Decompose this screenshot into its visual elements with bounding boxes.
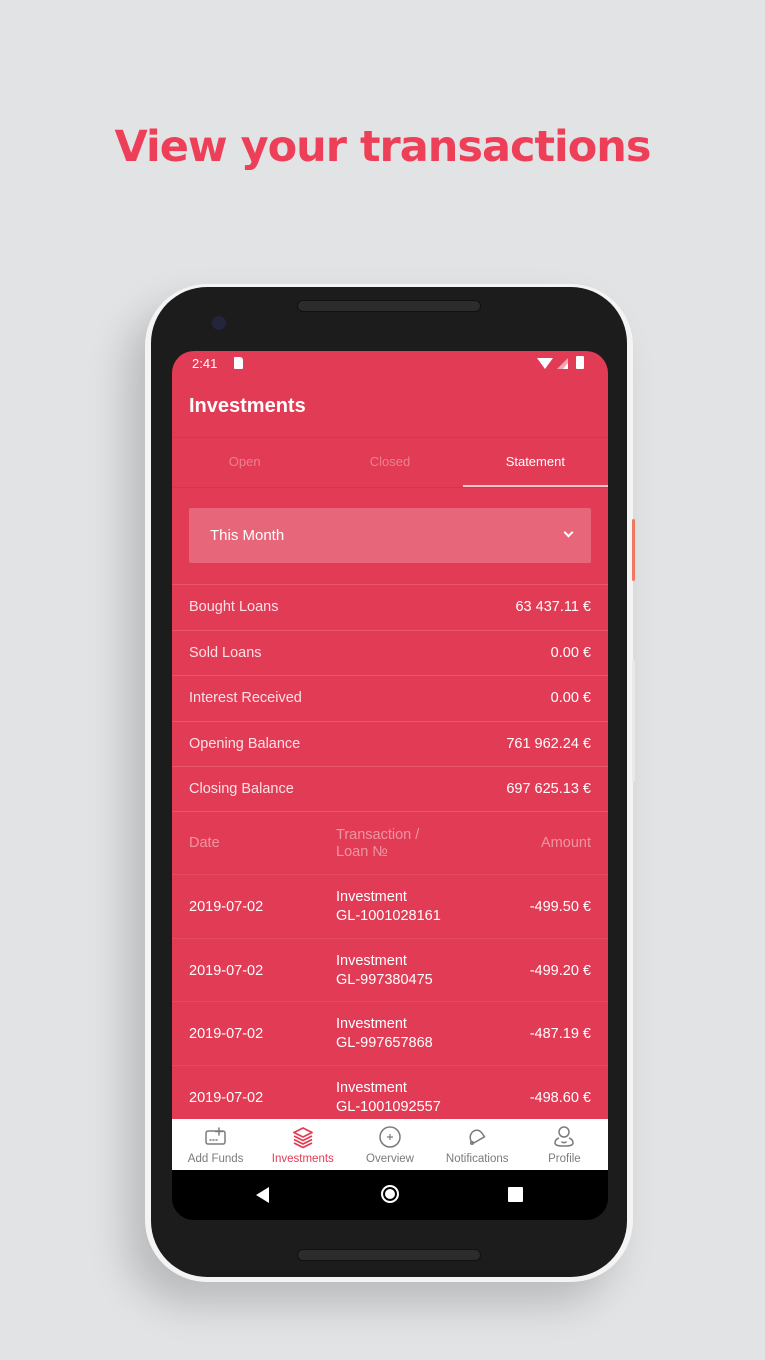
tx-amount: -499.20 € bbox=[529, 962, 591, 979]
table-row[interactable]: 2019-07-02 Investment GL-997380475 -499.… bbox=[172, 939, 608, 1003]
tab-closed[interactable]: Closed bbox=[317, 438, 462, 487]
tx-type: Investment bbox=[336, 1080, 407, 1097]
volume-button bbox=[632, 519, 635, 581]
summary-label: Opening Balance bbox=[189, 735, 301, 752]
status-bar: 2:41 bbox=[172, 351, 608, 377]
nav-label: Add Funds bbox=[187, 1153, 244, 1165]
bell-icon bbox=[469, 1129, 486, 1146]
summary-row-interest-received: Interest Received 0.00 € bbox=[172, 675, 608, 721]
system-navigation-bar bbox=[172, 1170, 608, 1220]
wifi-icon bbox=[537, 358, 553, 369]
tx-amount: -499.50 € bbox=[529, 899, 591, 915]
bottom-speaker bbox=[297, 1249, 481, 1261]
table-row[interactable]: 2019-07-02 Investment GL-1001028161 -499… bbox=[172, 875, 608, 939]
table-row[interactable]: 2019-07-02 Investment GL-1001092557 -498… bbox=[172, 1066, 608, 1119]
tx-loan-number: GL-1001028161 bbox=[336, 908, 441, 924]
nav-item-investments[interactable]: Investments bbox=[259, 1119, 346, 1170]
layers-icon bbox=[292, 1127, 313, 1149]
summary-value: 63 437.11 € bbox=[515, 599, 591, 616]
page-title: Investments bbox=[189, 395, 306, 417]
front-camera bbox=[212, 316, 226, 330]
tx-amount: -498.60 € bbox=[529, 1090, 591, 1107]
tx-date: 2019-07-02 bbox=[189, 1026, 264, 1043]
column-header-date: Date bbox=[189, 835, 220, 851]
period-dropdown[interactable]: This Month bbox=[189, 508, 591, 563]
period-dropdown-value: This Month bbox=[210, 527, 285, 544]
column-header-amount: Amount bbox=[541, 835, 591, 851]
plus-circle-icon bbox=[379, 1126, 401, 1148]
tabs-divider bbox=[172, 487, 608, 488]
nav-item-overview[interactable]: Overview bbox=[346, 1119, 433, 1170]
transactions-list[interactable]: 2019-07-02 Investment GL-1001028161 -499… bbox=[172, 875, 608, 1119]
status-time: 2:41 bbox=[192, 356, 218, 371]
user-icon bbox=[554, 1126, 575, 1147]
tx-type: Investment bbox=[336, 1016, 407, 1033]
app-screen: 2:41 Investments Open Closed Statement T… bbox=[172, 351, 608, 1119]
transactions-table-header: Date Transaction / Loan № Amount bbox=[172, 811, 608, 875]
nav-label: Overview bbox=[366, 1153, 414, 1165]
summary-label: Bought Loans bbox=[189, 599, 279, 616]
tx-type: Investment bbox=[336, 889, 407, 905]
nav-label: Investments bbox=[271, 1153, 334, 1165]
summary-label: Sold Loans bbox=[189, 644, 262, 661]
recents-icon[interactable] bbox=[508, 1187, 523, 1202]
tx-type: Investment bbox=[336, 952, 407, 969]
wallet-add-icon bbox=[204, 1127, 226, 1145]
tx-date: 2019-07-02 bbox=[189, 1090, 264, 1107]
nav-label: Notifications bbox=[445, 1153, 509, 1165]
summary-row-bought-loans: Bought Loans 63 437.11 € bbox=[172, 584, 608, 630]
statement-summary: Bought Loans 63 437.11 € Sold Loans 0.00… bbox=[172, 584, 608, 812]
nav-item-profile[interactable]: Profile bbox=[521, 1119, 608, 1170]
headline: View your transactions bbox=[114, 122, 651, 172]
tx-amount: -487.19 € bbox=[529, 1026, 591, 1043]
chevron-down-icon bbox=[563, 527, 574, 538]
home-icon[interactable] bbox=[381, 1185, 399, 1203]
summary-row-closing-balance: Closing Balance 697 625.13 € bbox=[172, 766, 608, 812]
summary-row-sold-loans: Sold Loans 0.00 € bbox=[172, 629, 608, 676]
summary-value: 0.00 € bbox=[550, 690, 591, 707]
summary-label: Interest Received bbox=[189, 690, 302, 707]
tx-loan-number: GL-997657868 bbox=[336, 1035, 433, 1052]
table-row[interactable]: 2019-07-02 Investment GL-997657868 -487.… bbox=[172, 1002, 608, 1067]
tx-date: 2019-07-02 bbox=[189, 899, 264, 915]
tab-open[interactable]: Open bbox=[172, 438, 317, 487]
battery-icon bbox=[576, 356, 584, 369]
nav-label: Profile bbox=[548, 1153, 581, 1165]
tx-loan-number: GL-997380475 bbox=[336, 971, 433, 988]
tx-date: 2019-07-02 bbox=[189, 962, 264, 979]
phone-screen: 2:41 Investments Open Closed Statement T… bbox=[172, 351, 608, 1220]
tx-loan-number: GL-1001092557 bbox=[336, 1099, 441, 1116]
signal-icon bbox=[557, 358, 568, 369]
sd-card-icon bbox=[234, 357, 243, 369]
tab-bar: Open Closed Statement bbox=[172, 437, 608, 487]
tab-statement[interactable]: Statement bbox=[462, 438, 608, 487]
nav-item-add-funds[interactable]: Add Funds bbox=[172, 1119, 259, 1170]
bottom-navigation: Add Funds Investments Overview Notificat… bbox=[172, 1119, 608, 1170]
nav-item-notifications[interactable]: Notifications bbox=[434, 1119, 521, 1170]
summary-value: 0.00 € bbox=[550, 644, 591, 661]
column-header-transaction: Transaction / Loan № bbox=[336, 827, 420, 860]
back-icon[interactable] bbox=[256, 1187, 269, 1203]
top-speaker bbox=[297, 300, 481, 312]
summary-value: 697 625.13 € bbox=[506, 781, 591, 798]
summary-row-opening-balance: Opening Balance 761 962.24 € bbox=[172, 720, 608, 767]
summary-label: Closing Balance bbox=[189, 781, 294, 798]
power-button bbox=[632, 660, 635, 782]
summary-value: 761 962.24 € bbox=[506, 735, 591, 752]
